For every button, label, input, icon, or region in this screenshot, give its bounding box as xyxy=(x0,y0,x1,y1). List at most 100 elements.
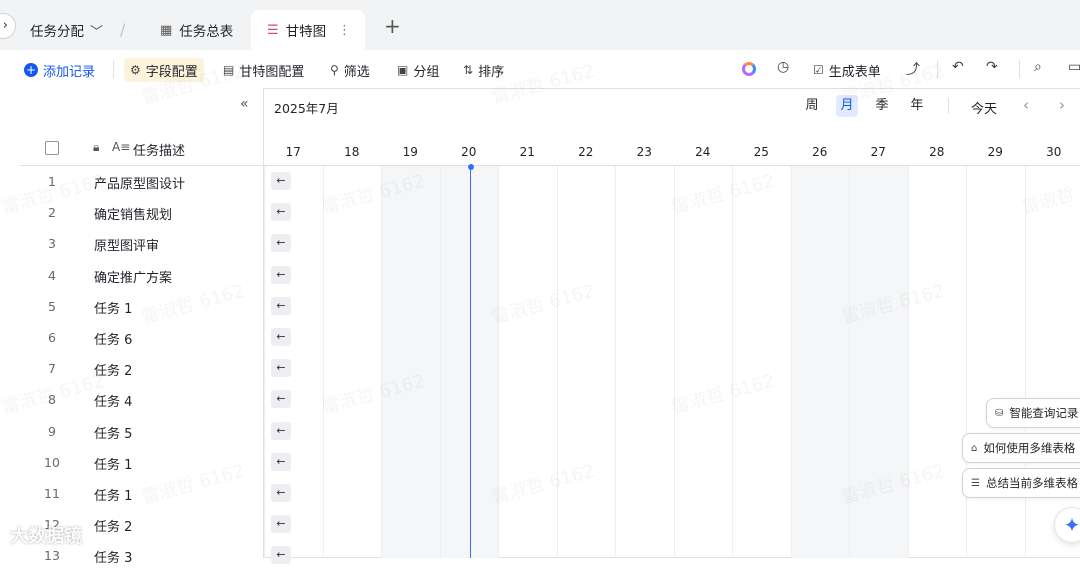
row-number: 6 xyxy=(20,330,84,345)
table-row[interactable]: 8 任务 4 xyxy=(20,384,264,415)
sort-icon: ⇅ xyxy=(463,63,473,77)
chevron-left-icon[interactable]: ‹ xyxy=(1023,96,1029,114)
tab-gantt[interactable]: ☰ 甘特图 ⋮ xyxy=(251,10,365,50)
table-row[interactable]: 7任务 2 xyxy=(20,353,264,384)
history-icon[interactable]: ◷ xyxy=(777,59,789,75)
ai-assistant-icon[interactable] xyxy=(742,62,756,76)
table-row[interactable]: 11任务 1 xyxy=(20,478,264,509)
chevron-right-icon[interactable]: › xyxy=(1059,96,1065,114)
row-number: 8 xyxy=(20,392,84,407)
day-column xyxy=(440,166,499,558)
today-button[interactable]: 今天 xyxy=(971,98,997,117)
task-description[interactable]: 任务 4 xyxy=(94,391,132,410)
sidebar-expand-button[interactable]: › xyxy=(0,13,16,39)
day-column xyxy=(791,166,850,558)
day-column xyxy=(615,166,674,558)
scroll-to-task-icon[interactable]: ← xyxy=(271,546,291,564)
table-row[interactable]: 4确定推广方案 xyxy=(20,260,264,291)
day-column xyxy=(849,166,908,558)
scroll-to-task-icon[interactable]: ← xyxy=(271,266,291,284)
task-description[interactable]: 原型图评审 xyxy=(94,235,159,254)
add-view-button[interactable]: + xyxy=(384,14,401,38)
task-description[interactable]: 任务 1 xyxy=(94,454,132,473)
more-vertical-icon[interactable]: ⋮ xyxy=(338,23,351,38)
text-field-icon: A≡ xyxy=(112,140,130,154)
toolbar-divider xyxy=(937,60,938,78)
scale-quarter-button[interactable]: 季 xyxy=(871,95,893,117)
gantt-config-button[interactable]: ▤ 甘特图配置 xyxy=(223,59,304,81)
tab-label: 甘特图 xyxy=(286,20,327,40)
field-config-label: 字段配置 xyxy=(146,61,198,80)
view-switch-dropdown[interactable]: 任务分配 ﹀ xyxy=(30,10,103,50)
scroll-to-task-icon[interactable]: ← xyxy=(271,172,291,190)
share-icon[interactable]: ⤴ xyxy=(906,59,920,79)
scale-year-button[interactable]: 年 xyxy=(906,95,928,117)
group-button[interactable]: ▣ 分组 xyxy=(397,59,439,81)
table-row[interactable]: 9任务 5 xyxy=(20,416,264,447)
tab-task-table[interactable]: ▦ 任务总表 xyxy=(160,10,233,50)
day-header: 1718192021222324252627282930 xyxy=(264,132,1080,166)
filter-button[interactable]: ⚲ 筛选 xyxy=(330,59,370,81)
group-label: 分组 xyxy=(413,61,439,80)
search-icon[interactable]: ⌕ xyxy=(1034,59,1042,75)
scroll-to-task-icon[interactable]: ← xyxy=(271,234,291,252)
comment-icon[interactable]: ▭ xyxy=(1068,59,1080,75)
table-row[interactable]: 2确定销售规划 xyxy=(20,197,264,228)
add-record-label: 添加记录 xyxy=(43,61,95,80)
task-description[interactable]: 任务 5 xyxy=(94,423,132,442)
task-description[interactable]: 确定销售规划 xyxy=(94,204,172,223)
redo-icon[interactable]: ↷ xyxy=(986,59,998,75)
suggestion-query-records[interactable]: ⛁ 智能查询记录 xyxy=(986,398,1080,428)
scroll-to-task-icon[interactable]: ← xyxy=(271,422,291,440)
table-row[interactable]: 6 任务 6 xyxy=(20,322,264,353)
scroll-to-task-icon[interactable]: ← xyxy=(271,203,291,221)
task-description[interactable]: 任务 2 xyxy=(94,360,132,379)
scroll-to-task-icon[interactable]: ← xyxy=(271,453,291,471)
task-description[interactable]: 任务 3 xyxy=(94,547,132,566)
scale-week-button[interactable]: 周 xyxy=(801,95,823,117)
sort-button[interactable]: ⇅ 排序 xyxy=(463,59,504,81)
day-column xyxy=(674,166,733,558)
tab-label: 任务总表 xyxy=(179,20,233,40)
add-record-button[interactable]: + 添加记录 xyxy=(24,59,95,81)
scroll-to-task-icon[interactable]: ← xyxy=(271,484,291,502)
suggestion-summarize[interactable]: ☰ 总结当前多维表格 xyxy=(962,468,1080,498)
generate-form-button[interactable]: ☑ 生成表单 xyxy=(813,59,881,81)
toolbar-divider xyxy=(1019,60,1020,78)
task-description[interactable]: 任务 1 xyxy=(94,485,132,504)
scroll-to-task-icon[interactable]: ← xyxy=(271,297,291,315)
scroll-to-task-icon[interactable]: ← xyxy=(271,328,291,346)
today-marker xyxy=(468,164,474,170)
undo-icon[interactable]: ↶ xyxy=(952,59,964,75)
suggestion-label: 总结当前多维表格 xyxy=(986,475,1078,491)
suggestion-how-to-use[interactable]: ⌂ 如何使用多维表格 xyxy=(962,433,1080,463)
task-description[interactable]: 确定推广方案 xyxy=(94,267,172,286)
day-column xyxy=(732,166,791,558)
task-description[interactable]: 任务 6 xyxy=(94,329,132,348)
column-header-task-desc[interactable]: 任务描述 xyxy=(133,140,185,159)
scroll-to-task-icon[interactable]: ← xyxy=(271,390,291,408)
select-all-checkbox[interactable] xyxy=(45,141,59,155)
corner-watermark: 大数据镜 xyxy=(10,522,82,548)
form-icon: ☑ xyxy=(813,63,824,77)
graduation-cap-icon: ⌂ xyxy=(971,443,977,454)
collapse-pane-icon[interactable]: « xyxy=(240,96,249,112)
row-number: 3 xyxy=(20,236,84,251)
table-row[interactable]: 1 产品原型图设计 xyxy=(20,166,264,197)
table-row[interactable]: 10任务 1 xyxy=(20,447,264,478)
row-number: 1 xyxy=(20,174,84,189)
task-description[interactable]: 任务 2 xyxy=(94,516,132,535)
field-config-button[interactable]: ⚙ 字段配置 xyxy=(124,58,204,82)
scroll-to-task-icon[interactable]: ← xyxy=(271,515,291,533)
day-column xyxy=(1025,166,1080,558)
task-description[interactable]: 产品原型图设计 xyxy=(94,173,185,192)
sort-label: 排序 xyxy=(478,61,504,80)
task-description[interactable]: 任务 1 xyxy=(94,298,132,317)
gantt-config-label: 甘特图配置 xyxy=(239,61,304,80)
table-row[interactable]: 3 原型图评审 xyxy=(20,228,264,259)
scroll-to-task-icon[interactable]: ← xyxy=(271,359,291,377)
table-row[interactable]: 5任务 1 xyxy=(20,291,264,322)
scale-month-button[interactable]: 月 xyxy=(836,95,858,117)
day-column xyxy=(381,166,440,558)
filter-icon: ⚲ xyxy=(330,63,339,77)
